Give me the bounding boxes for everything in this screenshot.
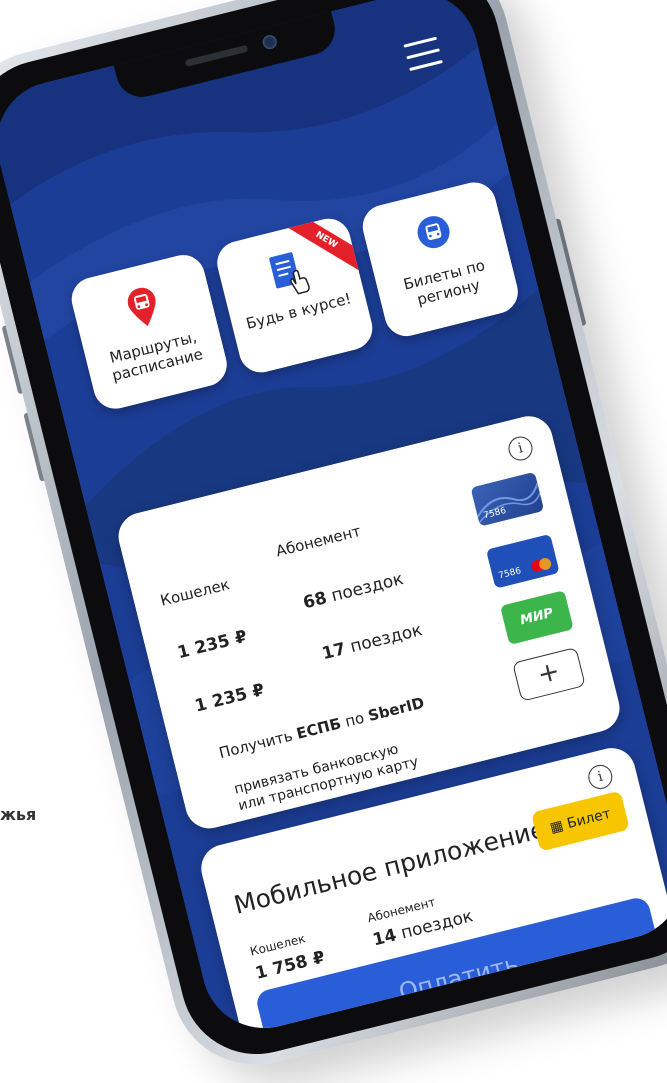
qr-icon: ▦ xyxy=(548,818,565,837)
espb-mid-text: по xyxy=(339,708,371,732)
document-tap-icon xyxy=(264,247,315,306)
linked-card-2-number: 7586 xyxy=(498,566,523,581)
ticket-button-label: Билет xyxy=(565,806,612,832)
sberid-text: SberID xyxy=(366,694,426,725)
info-icon[interactable]: i xyxy=(586,762,615,791)
wallet-balance-2: 1 235 ₽ xyxy=(193,680,267,717)
wallet-column-header: Кошелек xyxy=(159,575,232,610)
trips-1-count: 68 xyxy=(301,588,329,613)
trips-2: 17 поездок xyxy=(320,620,424,664)
background-fragment-text: жья xyxy=(0,805,36,824)
espb-pre-text: Получить xyxy=(217,725,299,762)
tile-region-tickets-label: Билеты по региону xyxy=(376,250,517,318)
tile-routes-label: Маршруты, расписание xyxy=(85,322,226,390)
phone-mockup: Маршруты, расписание NEW Будь в курсе! Б… xyxy=(0,0,667,1082)
app-screen: Маршруты, расписание NEW Будь в курсе! Б… xyxy=(0,0,667,1041)
espb-bold-text: ЕСПБ xyxy=(295,714,343,742)
linked-card-2[interactable]: 7586 xyxy=(486,534,560,589)
mobile-app-title: Мобильное приложение xyxy=(231,814,548,920)
trips-1-word: поездок xyxy=(329,569,405,606)
speaker-grille xyxy=(185,45,249,67)
phone-bezel: Маршруты, расписание NEW Будь в курсе! Б… xyxy=(0,0,667,1070)
mobile-trips-count: 14 xyxy=(371,925,399,950)
wallet-balance-1: 1 235 ₽ xyxy=(175,627,249,664)
add-card-button[interactable]: + xyxy=(512,647,586,702)
mir-card[interactable]: МИР xyxy=(500,590,574,645)
trips-2-count: 17 xyxy=(320,639,348,664)
linked-card-1[interactable]: 7586 xyxy=(470,472,544,527)
bus-pin-icon xyxy=(123,284,165,335)
info-icon[interactable]: i xyxy=(506,434,535,463)
trips-2-word: поездок xyxy=(348,620,424,657)
ticket-button[interactable]: ▦ Билет xyxy=(531,791,630,852)
bus-circle-icon xyxy=(413,212,455,258)
front-camera xyxy=(261,34,278,51)
pass-column-header: Абонемент xyxy=(274,522,363,560)
trips-1: 68 поездок xyxy=(301,569,405,613)
